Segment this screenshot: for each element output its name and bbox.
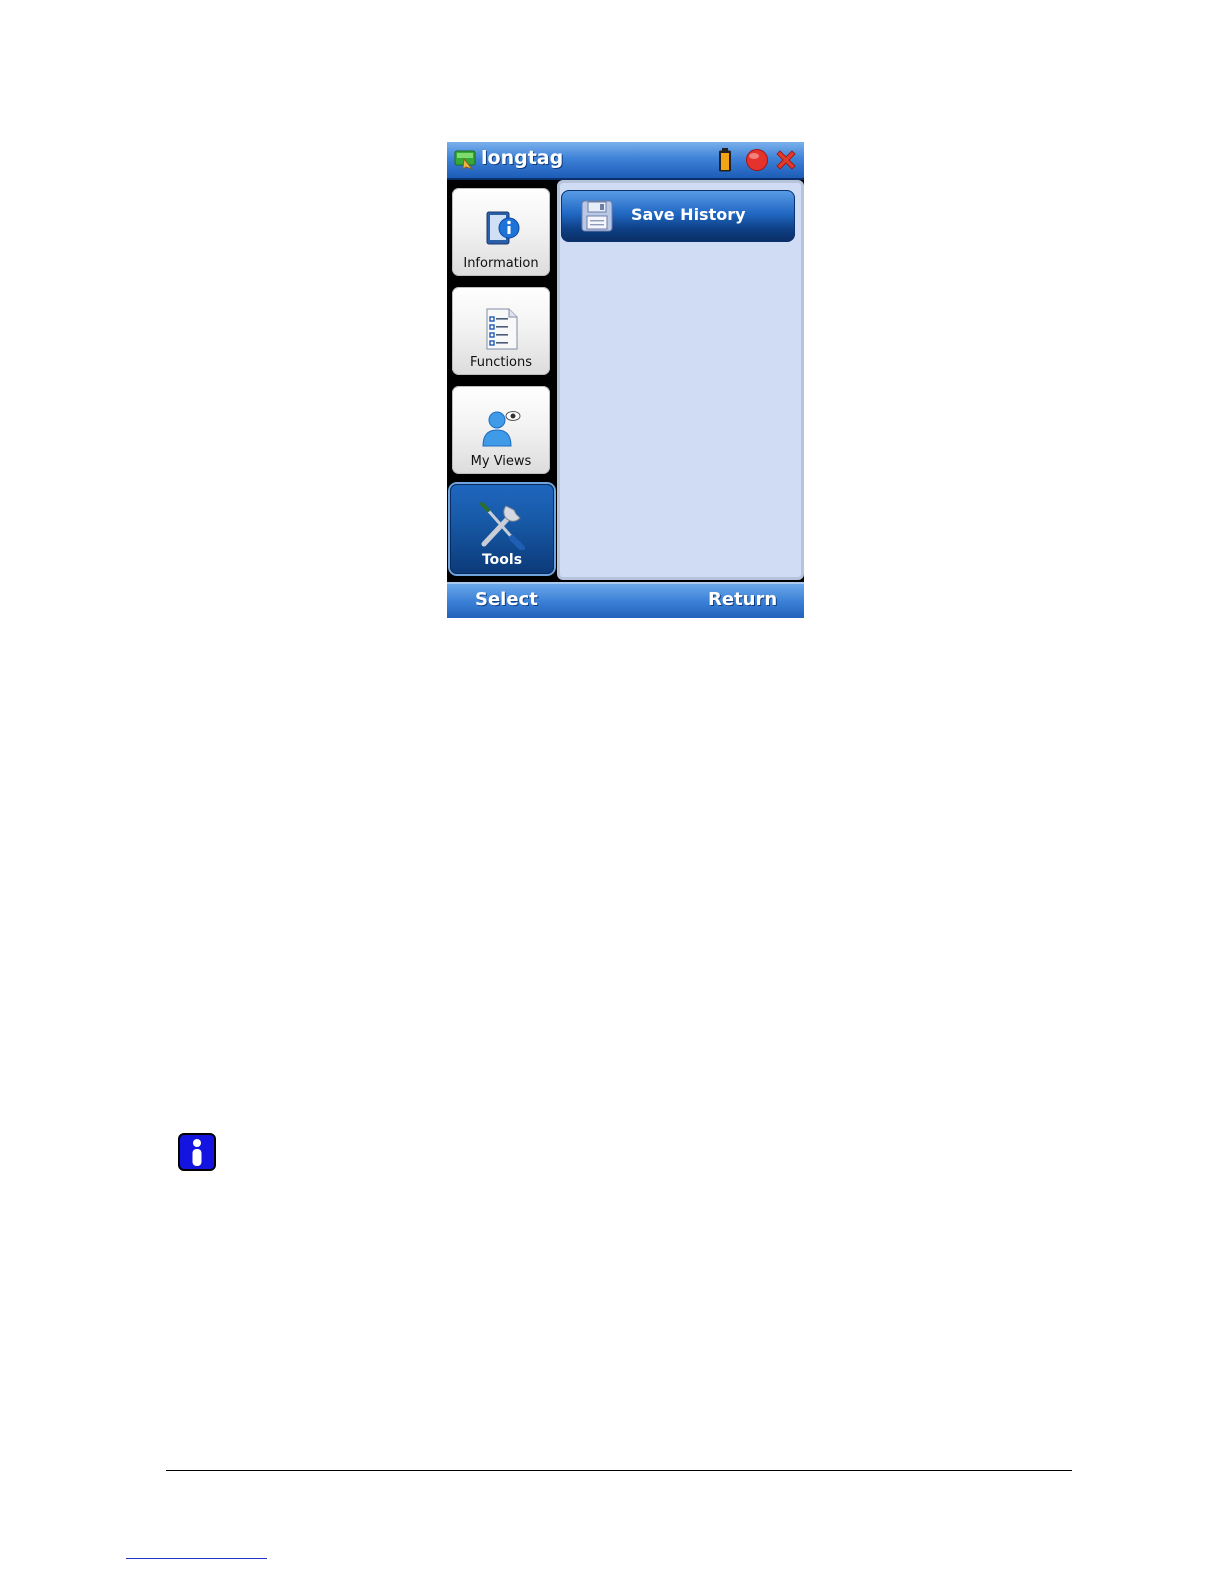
return-softkey[interactable]: Return <box>708 589 777 610</box>
save-history-button[interactable]: Save History <box>561 190 795 242</box>
sidebar-nav: Information Functions My Views Tools <box>447 180 557 580</box>
device-window: longtag Information Functions My Views T… <box>447 142 804 618</box>
footer-link-underline[interactable] <box>126 1558 267 1559</box>
user-view-icon <box>482 411 521 447</box>
nav-item-my-views[interactable]: My Views <box>452 386 550 474</box>
select-softkey[interactable]: Select <box>475 589 538 610</box>
softkey-bar: Select Return <box>447 582 804 618</box>
info-note-icon <box>178 1133 216 1171</box>
nav-item-label: My Views <box>470 454 532 469</box>
floppy-disk-icon <box>581 200 613 232</box>
tools-icon <box>480 502 525 550</box>
close-icon[interactable] <box>774 148 798 172</box>
nav-item-functions[interactable]: Functions <box>452 287 550 375</box>
nav-item-label: Tools <box>481 552 523 568</box>
footer-rule <box>166 1470 1072 1471</box>
battery-icon <box>719 148 731 172</box>
nav-item-label: Functions <box>469 355 533 370</box>
nav-item-label: Information <box>463 256 539 271</box>
functions-list-icon <box>486 308 518 350</box>
app-icon <box>454 150 476 170</box>
information-icon <box>486 211 520 245</box>
save-history-label: Save History <box>631 205 746 224</box>
nav-item-information[interactable]: Information <box>452 188 550 276</box>
window-title: longtag <box>481 147 564 169</box>
nav-item-tools[interactable]: Tools <box>450 484 554 574</box>
record-icon[interactable] <box>745 148 769 172</box>
title-bar: longtag <box>447 142 804 180</box>
